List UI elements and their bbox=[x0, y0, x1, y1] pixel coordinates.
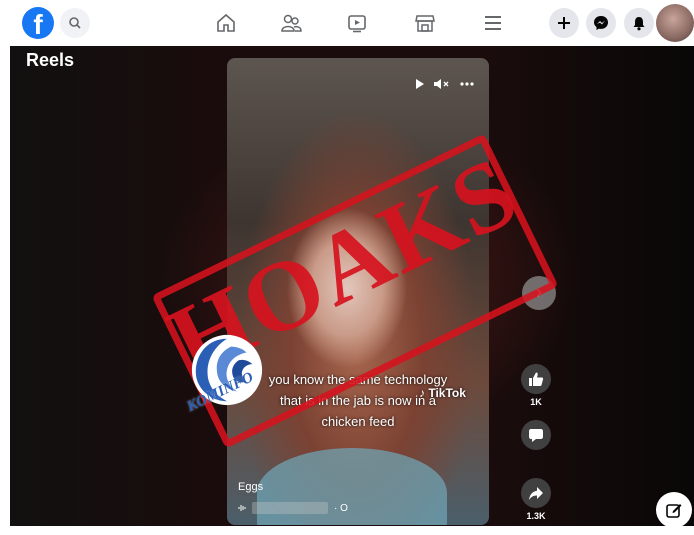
notifications-button[interactable] bbox=[624, 8, 654, 38]
nav-friends[interactable] bbox=[276, 8, 306, 38]
audio-artist-blurred bbox=[252, 502, 328, 514]
like-count: 1K bbox=[530, 397, 542, 407]
share-icon bbox=[529, 487, 543, 500]
play-icon[interactable] bbox=[415, 78, 425, 90]
comment-button[interactable] bbox=[521, 420, 551, 450]
audio-title[interactable]: Eggs bbox=[238, 481, 263, 493]
share-action[interactable]: 1.3K bbox=[516, 478, 556, 521]
facebook-logo[interactable]: f bbox=[22, 7, 54, 39]
like-button[interactable] bbox=[521, 364, 551, 394]
mute-icon[interactable] bbox=[433, 78, 451, 90]
more-options-icon[interactable] bbox=[459, 81, 475, 87]
home-icon bbox=[217, 13, 235, 32]
create-button[interactable] bbox=[549, 8, 579, 38]
compose-button[interactable] bbox=[656, 492, 692, 526]
share-button[interactable] bbox=[521, 478, 551, 508]
top-navigation-bar: f bbox=[0, 0, 694, 46]
messenger-icon bbox=[594, 16, 608, 30]
friends-icon bbox=[281, 14, 302, 32]
compose-icon bbox=[666, 504, 682, 518]
nav-watch[interactable] bbox=[342, 8, 372, 38]
nav-home[interactable] bbox=[211, 8, 241, 38]
messenger-button[interactable] bbox=[586, 8, 616, 38]
comment-icon bbox=[529, 429, 543, 442]
comment-action[interactable] bbox=[516, 420, 556, 453]
share-count: 1.3K bbox=[526, 511, 546, 521]
marketplace-icon bbox=[415, 15, 435, 32]
nav-menu[interactable] bbox=[478, 8, 508, 38]
thumbs-up-icon bbox=[529, 372, 544, 386]
search-button[interactable] bbox=[60, 8, 90, 38]
page-title: Reels bbox=[26, 50, 75, 70]
nav-marketplace[interactable] bbox=[410, 8, 440, 38]
video-controls bbox=[415, 78, 475, 90]
like-action[interactable]: 1K bbox=[516, 364, 556, 407]
reels-viewer: Reels you know the same technology that … bbox=[10, 46, 694, 526]
watch-icon bbox=[348, 15, 366, 33]
menu-icon bbox=[485, 16, 501, 30]
audio-row[interactable]: · O bbox=[238, 502, 348, 514]
tiktok-watermark: ♪ TikTok bbox=[419, 386, 466, 400]
tiktok-label: TikTok bbox=[428, 386, 466, 400]
search-icon bbox=[69, 17, 81, 29]
audio-wave-icon bbox=[238, 505, 246, 511]
create-icon bbox=[558, 17, 570, 29]
account-avatar[interactable] bbox=[656, 4, 694, 42]
notifications-icon bbox=[633, 17, 645, 31]
audio-suffix: · O bbox=[334, 502, 348, 514]
